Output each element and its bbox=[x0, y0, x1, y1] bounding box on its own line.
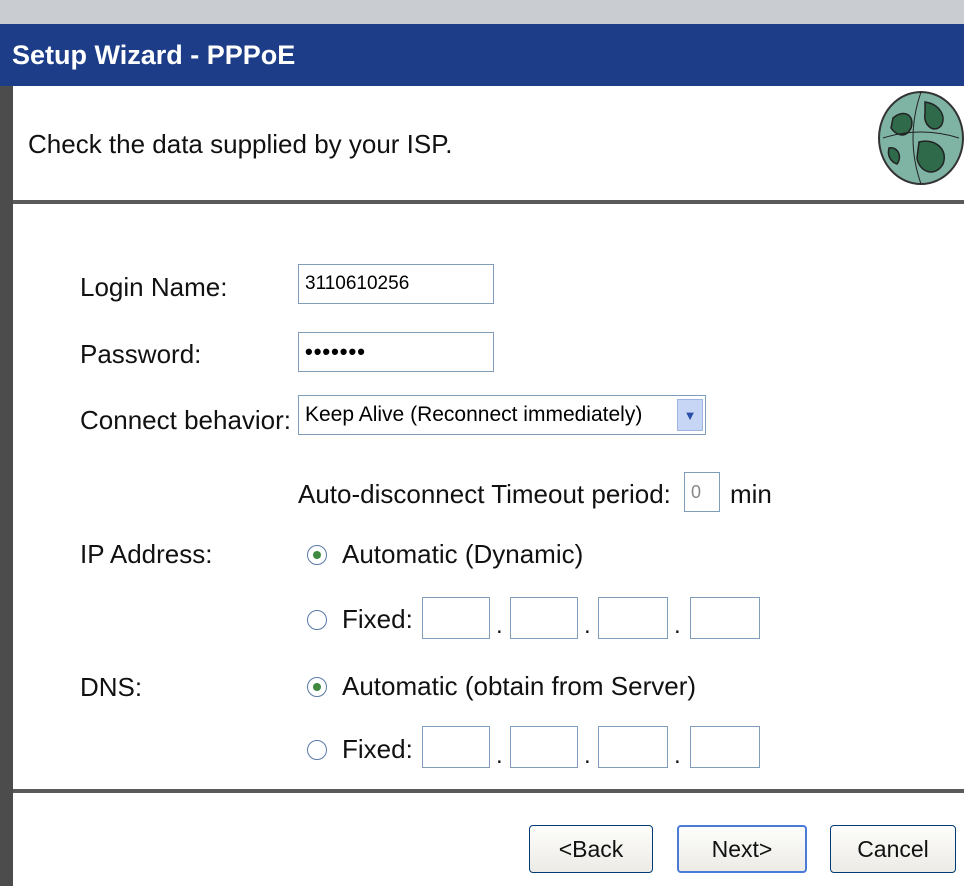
footer-divider bbox=[13, 789, 964, 793]
octet-separator: . bbox=[584, 742, 591, 769]
connect-behavior-value: Keep Alive (Reconnect immediately) bbox=[305, 403, 643, 426]
connect-behavior-label: Connect behavior: bbox=[80, 405, 292, 435]
octet-separator: . bbox=[674, 612, 681, 639]
setup-wizard-dialog: Setup Wizard - PPPoE Check the data supp… bbox=[0, 0, 964, 886]
timeout-label: Auto-disconnect Timeout period: bbox=[298, 479, 671, 509]
cancel-button[interactable]: Cancel bbox=[830, 825, 956, 873]
ip-octet-2-input[interactable] bbox=[510, 597, 578, 639]
octet-separator: . bbox=[496, 612, 503, 639]
next-button[interactable]: Next> bbox=[677, 825, 807, 873]
login-name-input[interactable]: 3110610256 bbox=[298, 264, 494, 304]
connect-behavior-select[interactable]: Keep Alive (Reconnect immediately) ▼ bbox=[298, 395, 706, 435]
timeout-unit: min bbox=[730, 479, 772, 509]
header-instruction: Check the data supplied by your ISP. bbox=[28, 129, 453, 159]
login-name-label: Login Name: bbox=[80, 272, 228, 302]
ip-octet-1-input[interactable] bbox=[422, 597, 490, 639]
dns-automatic-radio[interactable] bbox=[307, 677, 327, 697]
chevron-down-icon[interactable]: ▼ bbox=[677, 399, 703, 431]
ip-octet-4-input[interactable] bbox=[690, 597, 760, 639]
title-bar: Setup Wizard - PPPoE bbox=[0, 24, 964, 86]
dns-octet-3-input[interactable] bbox=[598, 726, 668, 768]
dns-octet-2-input[interactable] bbox=[510, 726, 578, 768]
dns-automatic-label: Automatic (obtain from Server) bbox=[342, 671, 697, 701]
octet-separator: . bbox=[584, 612, 591, 639]
back-button[interactable]: <Back bbox=[529, 825, 653, 873]
octet-separator: . bbox=[674, 742, 681, 769]
dns-octet-4-input[interactable] bbox=[690, 726, 760, 768]
dns-fixed-label: Fixed: bbox=[342, 734, 413, 764]
octet-separator: . bbox=[496, 742, 503, 769]
dns-fixed-radio[interactable] bbox=[307, 740, 327, 760]
left-frame-edge bbox=[0, 86, 13, 886]
timeout-input[interactable]: 0 bbox=[684, 472, 720, 512]
dns-octet-1-input[interactable] bbox=[422, 726, 490, 768]
ip-fixed-label: Fixed: bbox=[342, 604, 413, 634]
header-divider bbox=[13, 200, 964, 204]
password-label: Password: bbox=[80, 339, 202, 369]
ip-automatic-radio[interactable] bbox=[307, 545, 327, 565]
window-top-strip bbox=[0, 0, 964, 24]
globe-icon bbox=[878, 91, 964, 185]
ip-octet-3-input[interactable] bbox=[598, 597, 668, 639]
wizard-header: Check the data supplied by your ISP. bbox=[13, 86, 964, 202]
dns-label: DNS: bbox=[80, 672, 143, 702]
ip-address-label: IP Address: bbox=[80, 539, 213, 569]
password-input[interactable]: ••••••• bbox=[298, 332, 494, 372]
ip-fixed-radio[interactable] bbox=[307, 610, 327, 630]
ip-automatic-label: Automatic (Dynamic) bbox=[342, 539, 584, 569]
